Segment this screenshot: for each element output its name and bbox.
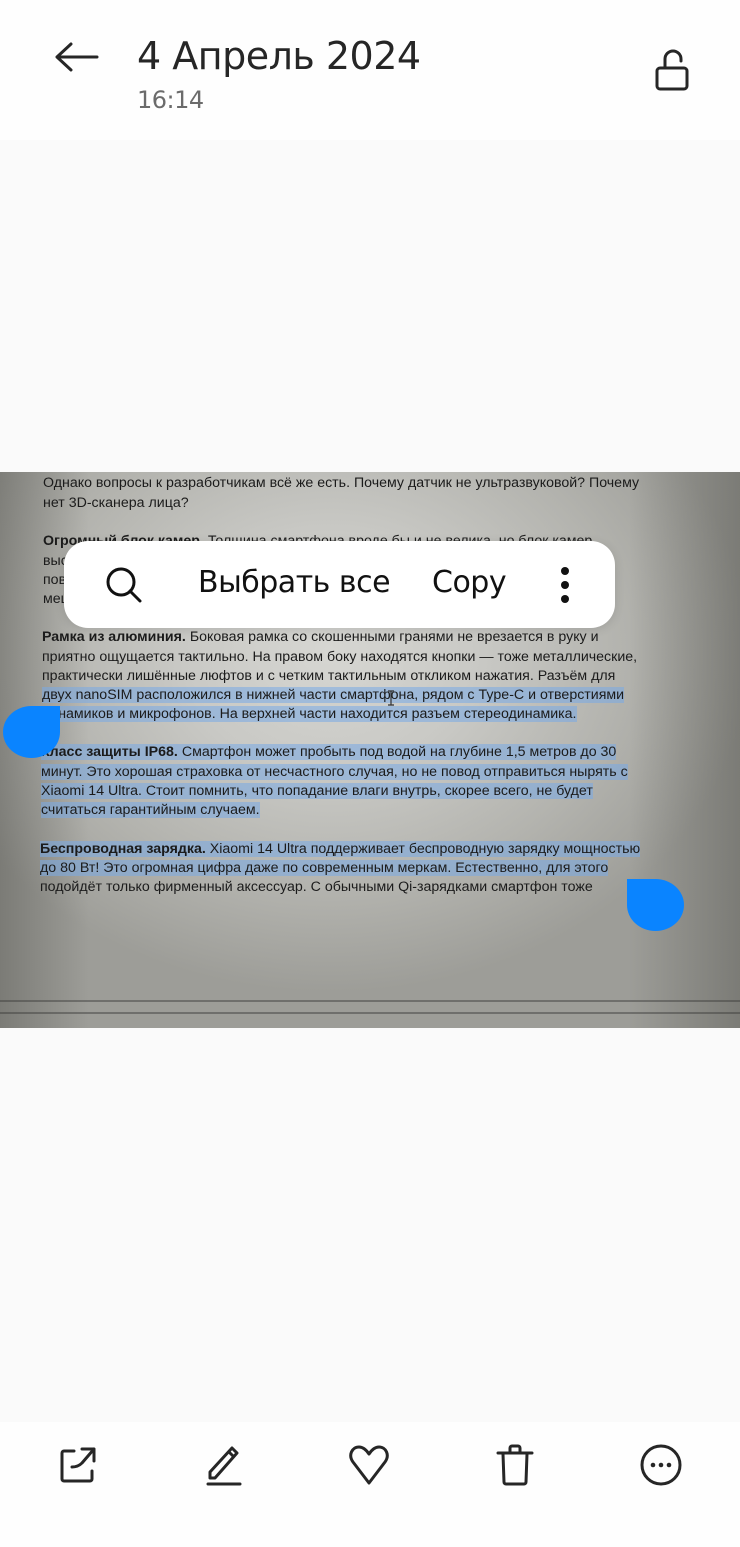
selected-text: Xiaomi 14 Ultra. Стоит помнить, что попа…	[41, 783, 593, 799]
document-text-line[interactable]: практически лишённые люфтов и с четким т…	[42, 667, 615, 687]
unlock-icon	[655, 49, 689, 91]
share-button[interactable]	[50, 1437, 106, 1493]
arrow-left-icon	[55, 42, 99, 72]
copy-button[interactable]: Copy	[432, 565, 507, 600]
selected-text: считаться гарантийным случаем.	[41, 802, 260, 818]
document-text-line[interactable]: нет 3D-сканера лица?	[43, 494, 189, 514]
search-icon	[106, 567, 142, 603]
bottom-toolbar	[0, 1422, 740, 1547]
selected-text: динамиков и микрофонов. На верхней части…	[42, 706, 577, 722]
text: нет 3D-сканера лица?	[43, 495, 189, 511]
document-text-line[interactable]: Однако вопросы к разработчикам всё же ес…	[43, 474, 639, 494]
lock-button[interactable]	[648, 44, 696, 96]
text: Однако вопросы к разработчикам всё же ес…	[43, 475, 640, 491]
document-text-line[interactable]: минут. Это хорошая страховка от несчастн…	[41, 763, 628, 783]
more-vertical-icon-dot	[561, 595, 569, 603]
select-all-button[interactable]: Выбрать все	[198, 565, 391, 600]
selection-start-handle[interactable]	[3, 706, 60, 758]
photo-time: 16:14	[137, 86, 204, 114]
bold-heading-text: Класс защиты IP68.	[41, 744, 178, 760]
more-circle-icon	[640, 1444, 682, 1486]
trash-icon	[496, 1444, 534, 1486]
page-title: 4 Апрель 2024	[137, 34, 421, 78]
share-icon	[60, 1447, 96, 1483]
favorite-button[interactable]	[341, 1437, 397, 1493]
selected-text: Класс защиты IP68. Смартфон может пробыт…	[41, 744, 617, 760]
paper-edge-line	[0, 1012, 740, 1014]
document-text-line[interactable]: Класс защиты IP68. Смартфон может пробыт…	[41, 743, 617, 763]
text: Рамка из алюминия. Боковая рамка со скош…	[42, 629, 599, 645]
document-text-line[interactable]: подойдёт только фирменный аксессуар. С о…	[40, 878, 593, 898]
document-text-line[interactable]: Беспроводная зарядка. Xiaomi 14 Ultra по…	[40, 840, 641, 860]
back-button[interactable]	[48, 32, 104, 82]
edit-button[interactable]	[196, 1437, 252, 1493]
bold-heading-text: Рамка из алюминия.	[42, 629, 186, 645]
edit-icon	[206, 1446, 242, 1486]
more-button[interactable]	[633, 1437, 689, 1493]
bold-heading-text: Беспроводная зарядка.	[40, 841, 206, 857]
selection-end-handle[interactable]	[627, 879, 684, 931]
document-text-line[interactable]: двух nanoSIM расположился в нижней части…	[42, 686, 625, 706]
text: приятно ощущается тактильно. На правом б…	[42, 649, 638, 665]
document-text-line[interactable]: до 80 Вт! Это огромная цифра даже по сов…	[40, 859, 609, 879]
selected-text: до 80 Вт! Это огромная цифра даже по сов…	[40, 860, 609, 876]
selected-text: Беспроводная зарядка. Xiaomi 14 Ultra по…	[40, 841, 641, 857]
more-vertical-icon	[561, 567, 569, 575]
document-text-line[interactable]: динамиков и микрофонов. На верхней части…	[42, 705, 577, 725]
more-vertical-icon-dot	[561, 581, 569, 589]
document-text-line[interactable]: Xiaomi 14 Ultra. Стоит помнить, что попа…	[41, 782, 593, 802]
document-text-line[interactable]: Рамка из алюминия. Боковая рамка со скош…	[42, 628, 599, 648]
header: 4 Апрель 2024 16:14	[0, 0, 740, 140]
delete-button[interactable]	[487, 1437, 543, 1493]
text: практически лишённые люфтов и с четким т…	[42, 668, 616, 684]
more-options-button[interactable]	[552, 565, 578, 605]
selected-text: минут. Это хорошая страховка от несчастн…	[41, 764, 628, 780]
text: подойдёт только фирменный аксессуар. С о…	[40, 879, 593, 895]
text-selection-popup: Выбрать все Copy	[64, 541, 615, 628]
document-text-line[interactable]: приятно ощущается тактильно. На правом б…	[42, 648, 637, 668]
search-button[interactable]	[104, 565, 144, 605]
selected-text: двух nanoSIM расположился в нижней части…	[42, 687, 625, 703]
heart-icon	[349, 1445, 389, 1485]
document-text-line[interactable]: считаться гарантийным случаем.	[41, 801, 260, 821]
text-cursor-icon	[388, 690, 394, 706]
paper-edge-line	[0, 1000, 740, 1002]
